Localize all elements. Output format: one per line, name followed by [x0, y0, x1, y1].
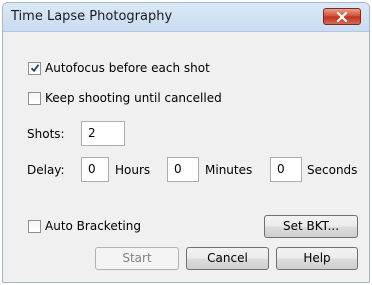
checkbox-box	[28, 219, 41, 233]
checkmark-icon	[30, 64, 39, 73]
autofocus-checkbox[interactable]: Autofocus before each shot	[28, 61, 210, 75]
set-bkt-button[interactable]: Set BKT...	[264, 215, 358, 238]
seconds-label: Seconds	[307, 163, 358, 177]
close-button[interactable]	[323, 8, 361, 25]
checkbox-box	[28, 61, 41, 75]
autofocus-label: Autofocus before each shot	[45, 61, 210, 75]
window-title: Time Lapse Photography	[11, 9, 173, 24]
cancel-button[interactable]: Cancel	[186, 247, 269, 270]
close-icon	[336, 11, 348, 22]
minutes-label: Minutes	[205, 163, 253, 177]
checkbox-box	[28, 91, 41, 105]
title-bar: Time Lapse Photography	[3, 3, 369, 32]
time-lapse-dialog: Time Lapse Photography Autofocus before …	[2, 2, 370, 283]
minutes-input[interactable]: 0	[167, 157, 199, 182]
keep-shooting-checkbox[interactable]: Keep shooting until cancelled	[28, 91, 222, 105]
hours-label: Hours	[115, 163, 151, 177]
shots-label: Shots:	[27, 127, 65, 141]
auto-bracketing-checkbox[interactable]: Auto Bracketing	[28, 219, 141, 233]
delay-label: Delay:	[27, 163, 65, 177]
keep-shooting-label: Keep shooting until cancelled	[45, 91, 222, 105]
help-button[interactable]: Help	[276, 247, 358, 270]
seconds-input[interactable]: 0	[270, 157, 302, 182]
hours-input[interactable]: 0	[81, 157, 109, 182]
start-button[interactable]: Start	[95, 247, 179, 270]
shots-input[interactable]: 2	[81, 121, 125, 146]
auto-bracketing-label: Auto Bracketing	[45, 219, 141, 233]
